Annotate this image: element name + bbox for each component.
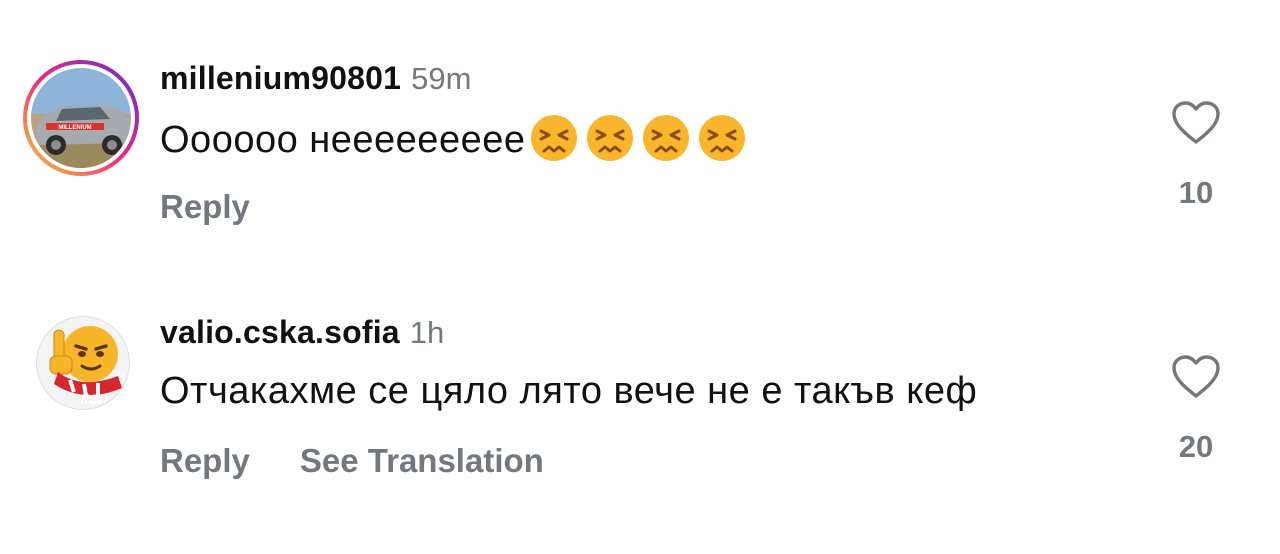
avatar[interactable]: MILLENIUM: [22, 59, 140, 177]
heart-icon: [1172, 355, 1220, 398]
emoji-group: [529, 113, 747, 163]
heart-icon: [1172, 101, 1220, 144]
like-button[interactable]: [1170, 354, 1222, 405]
avatar[interactable]: КЗЛ: [36, 316, 130, 410]
like-count: 20: [1178, 429, 1214, 464]
comment-text-body: Оооооо неееееееее: [160, 119, 526, 162]
like-count: 10: [1178, 175, 1214, 210]
persevering-face-icon: [643, 115, 690, 161]
comments-list: MILLENIUM millenium90801 59m Оооооо нееее…: [0, 0, 1280, 554]
reply-button[interactable]: Reply: [160, 442, 250, 479]
timestamp: 59m: [411, 61, 472, 96]
username[interactable]: millenium90801: [160, 60, 401, 96]
emoji-cska-avatar-icon: КЗЛ: [36, 316, 130, 410]
comment-header: millenium90801 59m: [160, 62, 471, 94]
car-photo-avatar-icon: MILLENIUM: [23, 60, 139, 176]
like-button[interactable]: [1170, 100, 1222, 151]
comment-actions: Reply See Translation: [160, 444, 592, 477]
persevering-face-icon: [531, 115, 578, 161]
comment-actions: Reply: [160, 190, 298, 223]
username[interactable]: valio.cska.sofia: [160, 314, 400, 350]
comment-text-body: Отчакахме се цяло лято вече не е такъв к…: [160, 370, 978, 412]
persevering-face-icon: [587, 115, 634, 161]
comment-header: valio.cska.sofia 1h: [160, 316, 444, 348]
persevering-face-icon: [699, 115, 746, 161]
avatar-logo-text: MILLENIUM: [58, 125, 91, 131]
reply-button[interactable]: Reply: [160, 188, 250, 225]
comment-text: Отчакахме се цяло лято вече не е такъв к…: [160, 372, 977, 410]
comment-text: Оооооо неееееееее: [160, 115, 747, 167]
see-translation-button[interactable]: See Translation: [300, 442, 544, 479]
timestamp: 1h: [409, 315, 445, 350]
